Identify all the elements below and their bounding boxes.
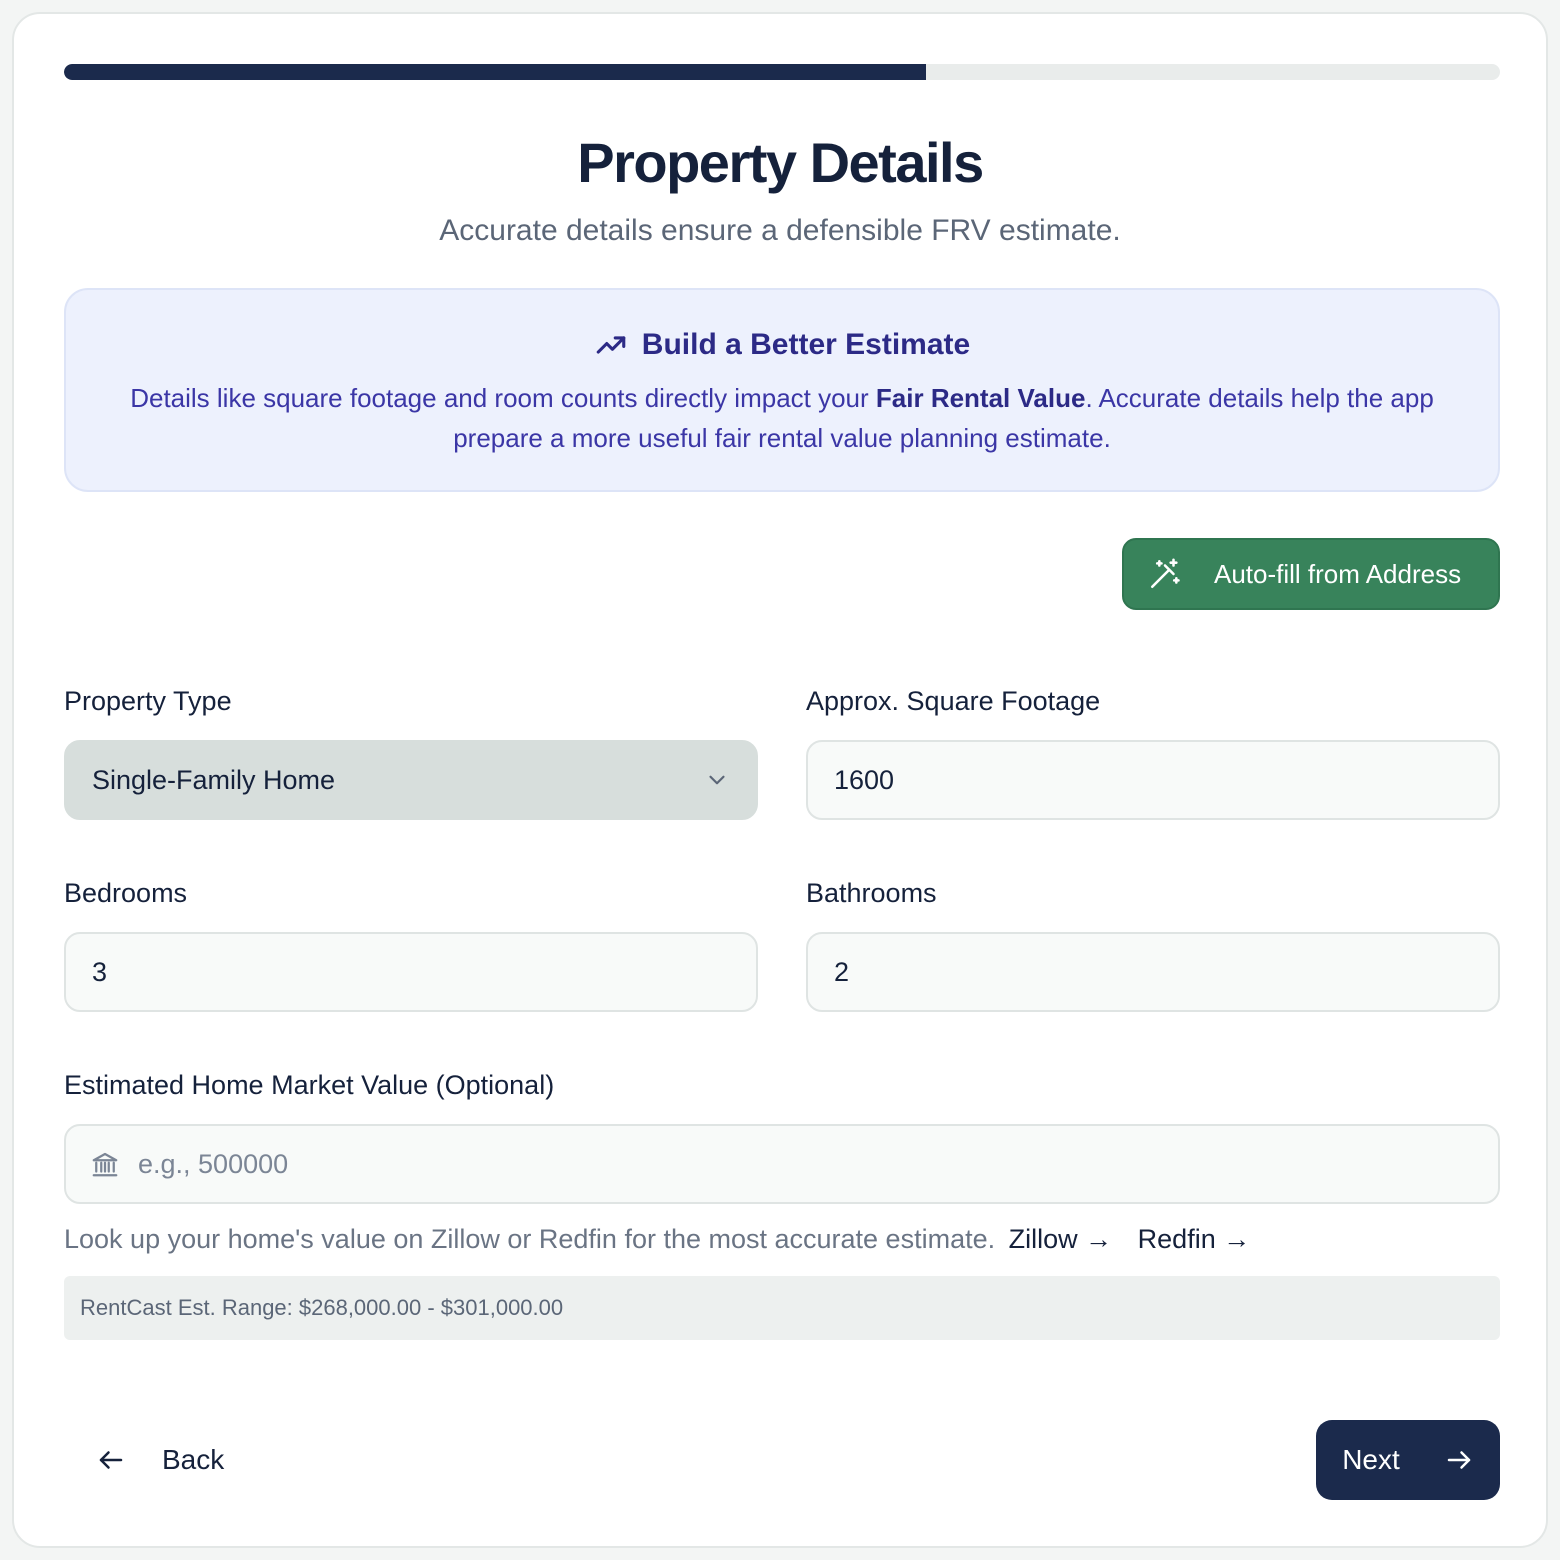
progress-bar xyxy=(64,64,1500,80)
autofill-button-label: Auto-fill from Address xyxy=(1214,558,1462,589)
trending-up-icon xyxy=(596,336,626,354)
info-callout-header: Build a Better Estimate xyxy=(66,328,1498,362)
info-callout-heading: Build a Better Estimate xyxy=(641,328,971,361)
zillow-link[interactable]: Zillow → xyxy=(1009,1224,1113,1254)
info-callout-body: Details like square footage and room cou… xyxy=(102,378,1462,458)
zillow-link-label: Zillow xyxy=(1008,1224,1078,1254)
magic-wand-icon xyxy=(1150,558,1180,589)
market-value-label: Estimated Home Market Value (Optional) xyxy=(64,1070,555,1100)
next-button-label: Next xyxy=(1342,1444,1400,1475)
market-value-placeholder: e.g., 500000 xyxy=(138,1148,289,1179)
property-type-label: Property Type xyxy=(64,686,232,716)
back-button-label: Back xyxy=(162,1444,225,1475)
back-button[interactable]: Back xyxy=(96,1434,224,1486)
arrow-left-icon xyxy=(99,1451,123,1469)
bank-icon xyxy=(92,1152,118,1177)
bathrooms-label: Bathrooms xyxy=(806,878,937,908)
property-type-value: Single-Family Home xyxy=(92,764,336,795)
arrow-right-icon: → xyxy=(1223,1224,1251,1254)
next-button[interactable]: Next xyxy=(1316,1420,1500,1500)
info-callout: Build a Better Estimate Details like squ… xyxy=(64,288,1500,492)
square-footage-value: 1600 xyxy=(834,764,895,795)
info-body-text: Details like square footage and room cou… xyxy=(130,383,876,413)
wizard-card: Property Details Accurate details ensure… xyxy=(12,12,1548,1548)
market-value-hint: Look up your home's value on Zillow or R… xyxy=(64,1224,1250,1255)
bathrooms-value: 2 xyxy=(834,956,850,987)
page-title: Property Details xyxy=(577,131,984,194)
square-footage-label: Approx. Square Footage xyxy=(806,686,1101,716)
market-value-input[interactable]: e.g., 500000 xyxy=(64,1124,1500,1204)
bedrooms-label: Bedrooms xyxy=(64,878,188,908)
square-footage-input[interactable]: 1600 xyxy=(806,740,1500,820)
arrow-right-icon xyxy=(1447,1451,1471,1469)
rentcast-range: RentCast Est. Range: $268,000.00 - $301,… xyxy=(64,1276,1500,1340)
hint-text: Look up your home's value on Zillow or R… xyxy=(64,1224,996,1254)
autofill-button[interactable]: Auto-fill from Address xyxy=(1122,538,1500,610)
bedrooms-input[interactable]: 3 xyxy=(64,932,758,1012)
arrow-right-icon: → xyxy=(1085,1224,1113,1254)
info-body-emphasis: Fair Rental Value xyxy=(875,383,1086,413)
property-type-select[interactable]: Single-Family Home xyxy=(64,740,758,820)
bathrooms-input[interactable]: 2 xyxy=(806,932,1500,1012)
bedrooms-value: 3 xyxy=(92,956,108,987)
chevron-down-icon xyxy=(709,775,725,785)
page-subtitle: Accurate details ensure a defensible FRV… xyxy=(439,214,1121,247)
progress-bar-fill xyxy=(64,64,926,80)
redfin-link[interactable]: Redfin → xyxy=(1138,1224,1251,1254)
redfin-link-label: Redfin xyxy=(1137,1224,1216,1254)
